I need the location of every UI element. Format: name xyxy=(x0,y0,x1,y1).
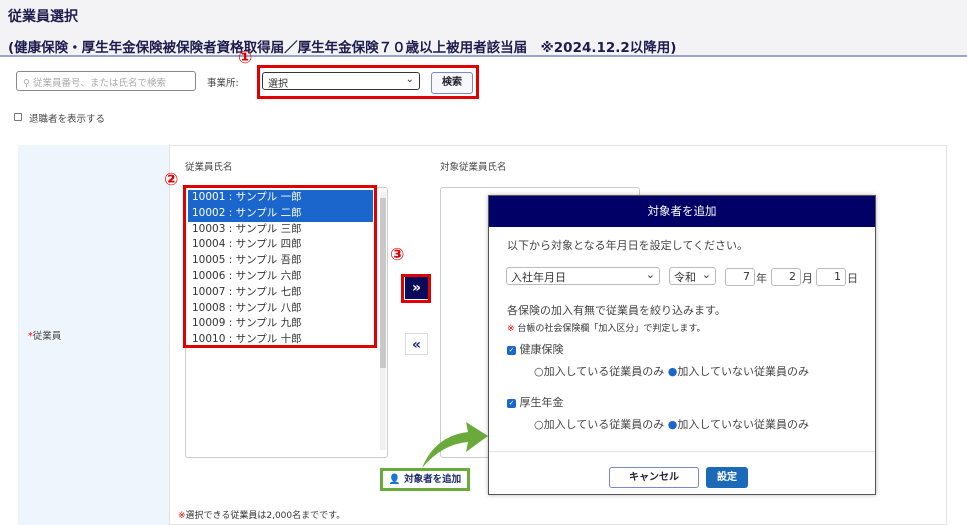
year-input[interactable]: 7 xyxy=(725,268,755,286)
search-button[interactable]: 検索 xyxy=(431,72,473,94)
cancel-button[interactable]: キャンセル xyxy=(609,467,699,488)
chevron-down-icon: ⌄ xyxy=(405,74,414,85)
note-mark: ※ xyxy=(507,324,515,334)
add-target-button[interactable]: 👤 対象者を追加 xyxy=(380,468,470,491)
employee-label: 従業員 xyxy=(32,331,62,342)
day-input[interactable]: 1 xyxy=(816,268,846,286)
filter-text: 各保険の加入有無で従業員を絞り込みます。 xyxy=(507,304,726,317)
office-label: 事業所: xyxy=(207,78,239,89)
pension-radio-2[interactable]: ● xyxy=(668,418,678,431)
month-unit: 月 xyxy=(802,272,813,285)
remove-all-button[interactable]: « xyxy=(405,333,428,355)
marker-3: ③ xyxy=(390,245,405,265)
note-mark: ※ xyxy=(178,511,186,521)
page-title: 従業員選択 xyxy=(8,9,78,25)
target-list-header: 対象従業員氏名 xyxy=(440,162,507,173)
era-select[interactable]: 令和 ⌄ xyxy=(669,267,716,285)
pension-label: 厚生年金 xyxy=(519,396,564,409)
health-radio-2[interactable]: ● xyxy=(668,365,678,378)
month-input[interactable]: 2 xyxy=(771,268,801,286)
green-arrow-icon xyxy=(422,422,488,468)
list-header: 従業員氏名 xyxy=(185,162,233,173)
search-icon: ⚲ xyxy=(23,78,33,89)
chevron-down-icon: ⌄ xyxy=(645,268,655,281)
chevron-down-icon: ⌄ xyxy=(701,268,711,281)
show-retired-checkbox[interactable] xyxy=(14,113,22,121)
modal-divider xyxy=(489,451,875,452)
modal-note: 台帳の社会保険欄「加入区分」で判定します。 xyxy=(517,324,706,334)
highlight-box-2 xyxy=(183,185,377,348)
year-unit: 年 xyxy=(756,272,767,285)
add-target-modal: 対象者を追加 以下から対象となる年月日を設定してください。 入社年月日 ⌄ 令和 ⌄… xyxy=(488,195,876,495)
modal-title: 対象者を追加 xyxy=(489,196,875,227)
selection-limit-note: 選択できる従業員は2,000名までです。 xyxy=(185,511,346,521)
scrollbar[interactable] xyxy=(380,192,386,450)
marker-1: ① xyxy=(238,48,253,68)
add-all-button[interactable]: » xyxy=(405,277,428,299)
user-icon: 👤 xyxy=(388,474,401,485)
day-unit: 日 xyxy=(847,272,858,285)
date-type-select[interactable]: 入社年月日 ⌄ xyxy=(506,267,660,285)
health-radio-1[interactable]: ○ xyxy=(534,365,544,378)
office-select[interactable]: 選択 ⌄ xyxy=(262,72,420,90)
health-label: 健康保険 xyxy=(519,343,564,356)
pension-radio-1[interactable]: ○ xyxy=(534,418,544,431)
page-subtitle: (健康保険・厚生年金保険被保険者資格取得届／厚生年金保険７０歳以上被用者該当届 … xyxy=(8,40,677,56)
show-retired-label: 退職者を表示する xyxy=(29,114,106,125)
pension-checkbox[interactable]: ✓ xyxy=(507,398,516,408)
ok-button[interactable]: 設定 xyxy=(706,467,748,488)
health-checkbox[interactable]: ✓ xyxy=(507,345,516,355)
search-input[interactable]: ⚲ 従業員番号、または氏名で検索 xyxy=(16,71,196,91)
marker-2: ② xyxy=(164,170,179,190)
modal-instruction: 以下から対象となる年月日を設定してください。 xyxy=(507,239,749,252)
